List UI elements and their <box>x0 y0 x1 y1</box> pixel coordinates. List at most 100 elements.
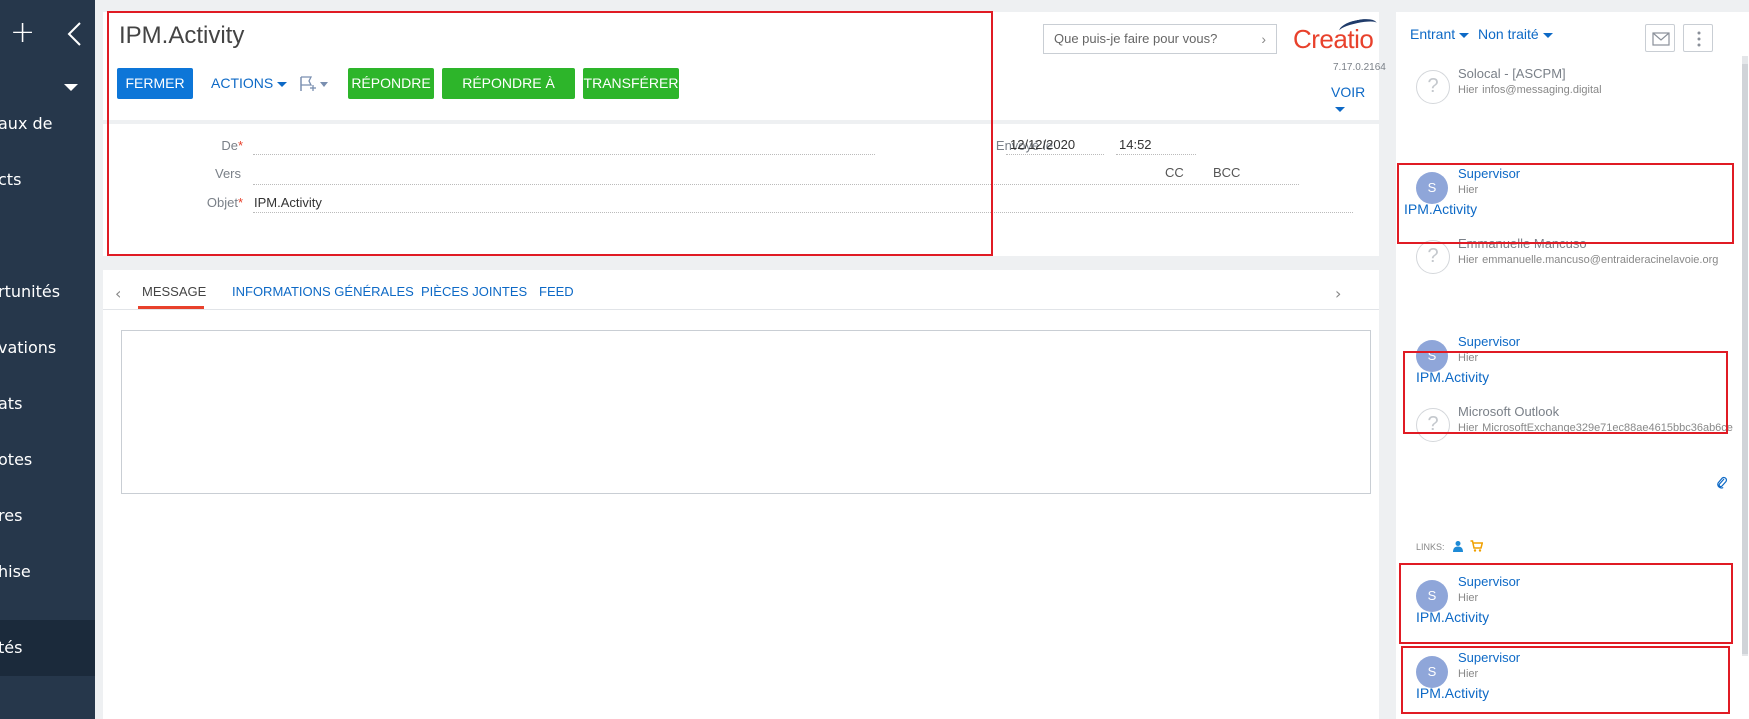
chevron-down-icon <box>1335 106 1345 112</box>
feed-sender[interactable]: Supervisor <box>1458 166 1520 181</box>
from-field[interactable] <box>253 154 875 155</box>
feed-item[interactable]: ? Emmanuelle Mancuso Hier emmanuelle.manc… <box>1396 232 1742 322</box>
cc-button[interactable]: CC <box>1165 165 1184 180</box>
tabs-scroll-left-icon[interactable]: ‹ <box>115 284 121 303</box>
feed-item[interactable]: S Supervisor Hier IPM.Activity <box>1396 330 1742 400</box>
sidebar-item-label: hise <box>0 562 31 581</box>
subject-underline <box>253 212 1353 213</box>
sidebar-item-label: cts <box>0 170 22 189</box>
feed-scrollbar[interactable] <box>1742 56 1748 656</box>
feed-meta: Hier emmanuelle.mancuso@entraideracinelav… <box>1458 254 1742 266</box>
avatar: S <box>1416 340 1448 372</box>
search-input[interactable]: Que puis-je faire pour vous? › <box>1043 24 1277 54</box>
subject-label: Objet* <box>206 195 243 210</box>
tab-general-info[interactable]: INFORMATIONS GÉNÉRALES <box>232 284 414 299</box>
bcc-button[interactable]: BCC <box>1213 165 1240 180</box>
scroll-thumb[interactable] <box>1742 64 1748 654</box>
status-filter-label: Non traité <box>1478 26 1539 42</box>
feed-sender[interactable]: Supervisor <box>1458 650 1520 665</box>
feed-item[interactable]: S Supervisor Hier IPM.Activity <box>1396 646 1742 716</box>
feed-item[interactable]: S Supervisor Hier IPM.Activity <box>1396 570 1742 640</box>
feed-subject-link[interactable]: IPM.Activity <box>1416 369 1489 385</box>
sidebar-item[interactable]: cts <box>0 152 95 208</box>
new-email-button[interactable] <box>1645 24 1675 52</box>
sent-date-field[interactable]: 12/12/2020 <box>1010 137 1075 152</box>
actions-dropdown[interactable]: ACTIONS <box>211 68 288 99</box>
feed-when: Hier <box>1458 592 1479 604</box>
app-window: + aux de cts rtunités vations ats otes r… <box>0 0 1749 719</box>
sidebar-item[interactable]: rtunités <box>0 264 95 320</box>
sent-time-field[interactable]: 14:52 <box>1119 137 1152 152</box>
tab-attachments[interactable]: PIÈCES JOINTES <box>421 284 527 299</box>
collapse-icon[interactable] <box>64 20 86 48</box>
detail-tabs: ‹ MESSAGE INFORMATIONS GÉNÉRALES PIÈCES … <box>103 270 1379 310</box>
contact-link-icon[interactable] <box>1452 540 1464 552</box>
add-icon[interactable]: + <box>10 18 35 48</box>
communication-panel: Entrant Non traité ? Solocal - [ASCPM] H… <box>1396 12 1749 719</box>
forward-button[interactable]: TRANSFÉRER <box>583 68 679 99</box>
sidebar-item[interactable]: ats <box>0 376 95 432</box>
left-sidebar: + aux de cts rtunités vations ats otes r… <box>0 0 95 719</box>
feed-item[interactable]: ? Microsoft Outlook Hier MicrosoftExchang… <box>1396 400 1742 490</box>
feed-subject-link[interactable]: IPM.Activity <box>1416 609 1489 625</box>
close-button[interactable]: FERMER <box>117 68 193 99</box>
sidebar-item-label: vations <box>0 338 57 357</box>
sidebar-item-active[interactable]: tés <box>0 620 95 676</box>
to-field[interactable] <box>253 184 1299 185</box>
chevron-down-icon <box>64 84 78 91</box>
sidebar-item[interactable]: aux de <box>0 96 95 152</box>
feed-subject-link[interactable]: IPM.Activity <box>1416 685 1489 701</box>
sidebar-item[interactable]: res <box>0 488 95 544</box>
subject-field[interactable]: IPM.Activity <box>254 195 322 210</box>
more-options-button[interactable] <box>1683 24 1713 52</box>
message-area <box>103 310 1379 719</box>
tabs-scroll-right-icon[interactable]: › <box>1335 284 1341 303</box>
feed-sender[interactable]: Supervisor <box>1458 334 1520 349</box>
unknown-contact-icon: ? <box>1416 408 1450 442</box>
sidebar-item[interactable]: vations <box>0 320 95 376</box>
view-dropdown[interactable]: VOIR <box>1331 84 1379 116</box>
unknown-contact-icon: ? <box>1416 240 1450 274</box>
status-filter-dropdown[interactable]: Non traité <box>1478 26 1553 42</box>
search-placeholder: Que puis-je faire pour vous? <box>1054 31 1218 46</box>
feed-sender: Microsoft Outlook <box>1458 404 1560 419</box>
cart-link-icon[interactable] <box>1470 540 1483 552</box>
incoming-filter-dropdown[interactable]: Entrant <box>1410 26 1470 42</box>
feed-subject-link[interactable]: IPM.Activity <box>1404 201 1477 217</box>
avatar: S <box>1416 656 1448 688</box>
unknown-contact-icon: ? <box>1416 70 1450 104</box>
attachment-icon <box>1716 476 1728 494</box>
sidebar-item-label: ats <box>0 394 23 413</box>
email-fields: De* Vers Objet* IPM.Activity Envoyé le 1… <box>103 124 1379 256</box>
feed-sender: Solocal - [ASCPM] <box>1458 66 1566 81</box>
sidebar-item[interactable]: hise <box>0 544 95 600</box>
feed-item[interactable]: S Supervisor Hier IPM.Activity <box>1396 162 1742 232</box>
reply-button[interactable]: RÉPONDRE <box>348 68 434 99</box>
feed-sender[interactable]: Supervisor <box>1458 574 1520 589</box>
feed-when: Hier <box>1458 668 1479 680</box>
sidebar-item[interactable]: otes <box>0 432 95 488</box>
version-label: 7.17.0.2164 <box>1333 62 1386 73</box>
tab-message[interactable]: MESSAGE <box>142 284 206 299</box>
sidebar-item[interactable] <box>0 208 95 264</box>
feed-email: MicrosoftExchange329e71ec88ae4615bbc36ab… <box>1482 422 1733 434</box>
feed-when: Hier <box>1458 254 1479 266</box>
actions-label: ACTIONS <box>211 75 274 91</box>
chevron-down-icon <box>277 81 288 87</box>
sent-date-underline <box>1006 154 1104 155</box>
feed-when: Hier <box>1458 84 1479 96</box>
chevron-right-icon: › <box>1261 31 1266 47</box>
incoming-filter-label: Entrant <box>1410 26 1456 42</box>
sidebar-item-label: otes <box>0 450 33 469</box>
message-body-editor[interactable] <box>121 330 1371 494</box>
reply-all-button[interactable]: RÉPONDRE À TOUS <box>442 68 575 122</box>
feed-item[interactable]: ? Solocal - [ASCPM] Hier infos@messaging.… <box>1396 62 1742 152</box>
view-label: VOIR <box>1331 84 1366 100</box>
page-title: IPM.Activity <box>119 22 245 49</box>
feed-when: Hier <box>1458 352 1479 364</box>
avatar: S <box>1416 172 1448 204</box>
tab-feed[interactable]: FEED <box>539 284 574 299</box>
feed-email: infos@messaging.digital <box>1482 84 1602 96</box>
from-label: De* <box>221 138 243 153</box>
flag-icon[interactable] <box>299 76 333 92</box>
